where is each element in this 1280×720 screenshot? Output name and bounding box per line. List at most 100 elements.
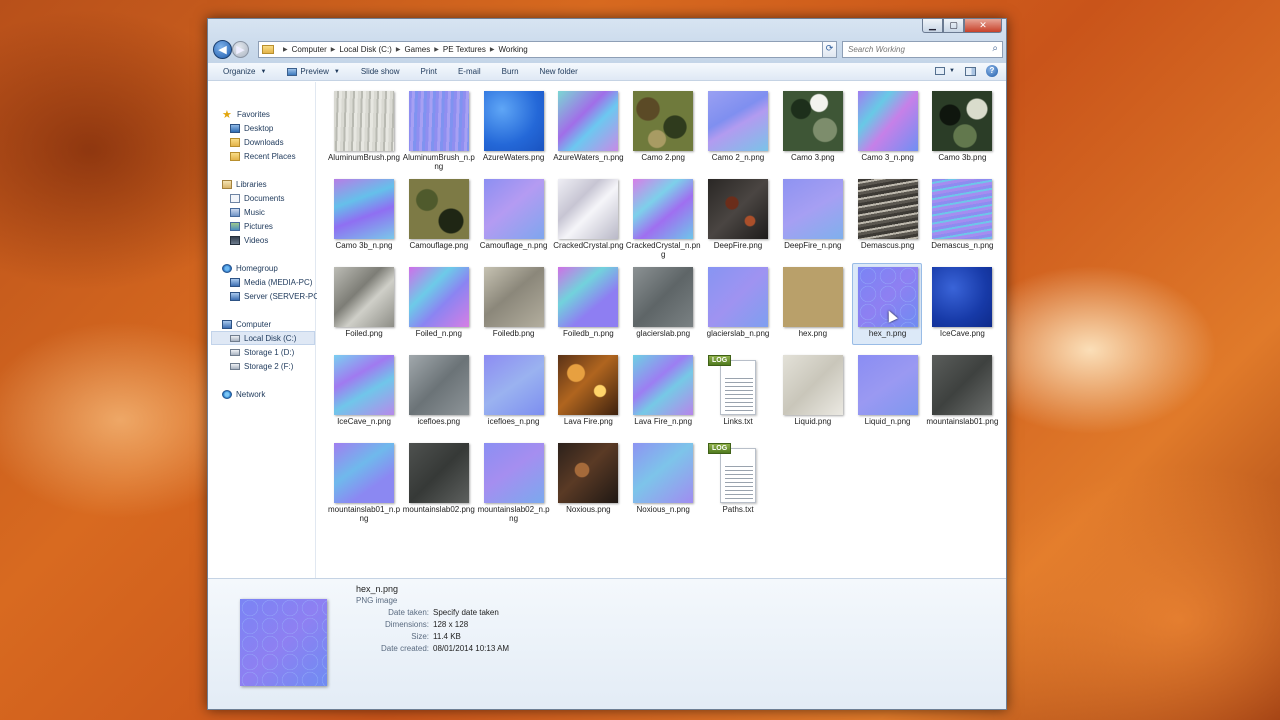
print-button[interactable]: Print: [421, 67, 437, 76]
nav-network[interactable]: Network: [222, 387, 265, 401]
file-item[interactable]: IceCave_n.png: [328, 351, 398, 433]
file-item[interactable]: Camo 2_n.png: [702, 87, 772, 169]
file-item[interactable]: Foiled.png: [328, 263, 398, 345]
breadcrumb-separator-icon[interactable]: ▶: [331, 46, 336, 53]
file-name: Foiled_n.png: [415, 329, 462, 338]
text-file-icon: LOG: [708, 355, 768, 415]
nav-documents[interactable]: Documents: [230, 191, 284, 205]
nav-media-pc[interactable]: Media (MEDIA-PC): [230, 275, 312, 289]
file-item[interactable]: DeepFire_n.png: [777, 175, 847, 257]
file-item[interactable]: Foiled_n.png: [403, 263, 473, 345]
help-icon[interactable]: ?: [986, 65, 998, 77]
file-item[interactable]: icefloes_n.png: [478, 351, 548, 433]
file-item[interactable]: Camo 2.png: [627, 87, 697, 169]
file-item[interactable]: glacierslab_n.png: [702, 263, 772, 345]
text-page-icon: [720, 448, 756, 503]
breadcrumb-separator-icon[interactable]: ▶: [396, 46, 401, 53]
email-button[interactable]: E-mail: [458, 67, 481, 76]
nav-downloads[interactable]: Downloads: [230, 135, 284, 149]
file-item[interactable]: hex.png: [777, 263, 847, 345]
address-bar[interactable]: ▶ Computer ▶ Local Disk (C:) ▶ Games ▶ P…: [258, 41, 834, 58]
file-item[interactable]: Lava Fire.png: [552, 351, 622, 433]
organize-button[interactable]: Organize ▼: [223, 67, 266, 76]
preview-button[interactable]: Preview ▼: [287, 67, 340, 76]
file-item[interactable]: Camo 3.png: [777, 87, 847, 169]
file-item[interactable]: Camouflage_n.png: [478, 175, 548, 257]
file-name: Paths.txt: [722, 505, 754, 514]
preview-pane-icon[interactable]: [965, 66, 976, 76]
details-file-name: hex_n.png: [356, 584, 399, 594]
file-item[interactable]: Camo 3b.png: [926, 87, 996, 169]
file-item[interactable]: AluminumBrush_n.png: [403, 87, 475, 171]
file-item[interactable]: DeepFire.png: [702, 175, 772, 257]
file-item[interactable]: LOG Links.txt: [702, 351, 772, 433]
new-folder-button[interactable]: New folder: [540, 67, 578, 76]
music-icon: [230, 207, 240, 217]
file-item[interactable]: mountainslab02_n.png: [478, 439, 550, 523]
file-item[interactable]: AzureWaters.png: [478, 87, 548, 169]
nav-local-disk[interactable]: Local Disk (C:): [211, 331, 315, 345]
file-item[interactable]: AzureWaters_n.png: [552, 87, 624, 169]
change-view-button[interactable]: ▼: [935, 67, 955, 75]
nav-desktop[interactable]: Desktop: [230, 121, 273, 135]
file-item[interactable]: Liquid.png: [777, 351, 847, 433]
file-item[interactable]: Camo 3b_n.png: [328, 175, 398, 257]
nav-homegroup[interactable]: Homegroup: [222, 261, 278, 275]
file-item[interactable]: Demascus_n.png: [926, 175, 996, 257]
nav-recent-places[interactable]: Recent Places: [230, 149, 296, 163]
file-item[interactable]: Foiledb.png: [478, 263, 548, 345]
details-value[interactable]: Specify date taken: [433, 608, 499, 618]
file-item[interactable]: glacierslab.png: [627, 263, 697, 345]
file-thumbnail: [932, 91, 993, 151]
refresh-button[interactable]: ⟳: [822, 41, 837, 58]
back-button[interactable]: ◀: [213, 40, 232, 59]
log-tag: LOG: [708, 355, 732, 366]
file-item[interactable]: icefloes.png: [403, 351, 473, 433]
nav-computer[interactable]: Computer: [222, 317, 271, 331]
file-item[interactable]: Foiledb_n.png: [552, 263, 622, 345]
search-box[interactable]: ⌕: [842, 41, 1003, 58]
nav-storage-1[interactable]: Storage 1 (D:): [230, 345, 294, 359]
file-item[interactable]: mountainslab01.png: [926, 351, 998, 433]
file-item[interactable]: Lava Fire_n.png: [627, 351, 697, 433]
nav-storage-2[interactable]: Storage 2 (F:): [230, 359, 293, 373]
file-name: Camouflage.png: [409, 241, 469, 250]
file-item[interactable]: IceCave.png: [926, 263, 996, 345]
file-item[interactable]: Demascus.png: [852, 175, 922, 257]
breadcrumb-pe-textures[interactable]: PE Textures: [443, 45, 486, 54]
file-item[interactable]: Liquid_n.png: [852, 351, 922, 433]
file-item[interactable]: AluminumBrush.png: [328, 87, 400, 169]
close-button[interactable]: ✕: [964, 19, 1002, 33]
nav-pictures[interactable]: Pictures: [230, 219, 273, 233]
nav-music[interactable]: Music: [230, 205, 265, 219]
details-value[interactable]: 08/01/2014 10:13 AM: [433, 644, 509, 654]
file-item[interactable]: CrackedCrystal_n.png: [626, 175, 701, 259]
file-item[interactable]: LOG Paths.txt: [702, 439, 772, 521]
file-item[interactable]: mountainslab01_n.png: [328, 439, 400, 523]
file-item[interactable]: Camo 3_n.png: [852, 87, 922, 169]
burn-button[interactable]: Burn: [502, 67, 519, 76]
file-item[interactable]: Camouflage.png: [403, 175, 473, 257]
search-icon[interactable]: ⌕: [992, 43, 998, 54]
breadcrumb-local-disk[interactable]: Local Disk (C:): [339, 45, 391, 54]
file-thumbnail: [558, 179, 619, 239]
breadcrumb-games[interactable]: Games: [404, 45, 430, 54]
nav-videos[interactable]: Videos: [230, 233, 268, 247]
forward-button[interactable]: ▶: [232, 41, 249, 58]
breadcrumb-separator-icon[interactable]: ▶: [434, 46, 439, 53]
slideshow-button[interactable]: Slide show: [361, 67, 400, 76]
maximize-button[interactable]: ▢: [943, 19, 964, 33]
breadcrumb-separator-icon[interactable]: ▶: [490, 46, 495, 53]
file-item[interactable]: Noxious.png: [552, 439, 622, 521]
file-item[interactable]: CrackedCrystal.png: [552, 175, 624, 257]
search-input[interactable]: [848, 45, 988, 54]
file-item[interactable]: Noxious_n.png: [627, 439, 697, 521]
nav-server-pc[interactable]: Server (SERVER-PC): [230, 289, 322, 303]
nav-libraries[interactable]: Libraries: [222, 177, 267, 191]
file-item[interactable]: mountainslab02.png: [403, 439, 475, 521]
breadcrumb-working[interactable]: Working: [498, 45, 527, 54]
breadcrumb-computer[interactable]: Computer: [292, 45, 327, 54]
nav-favorites[interactable]: ★ Favorites: [222, 107, 270, 121]
minimize-button[interactable]: ▁: [922, 19, 943, 33]
file-item[interactable]: hex_n.png: [851, 263, 922, 345]
